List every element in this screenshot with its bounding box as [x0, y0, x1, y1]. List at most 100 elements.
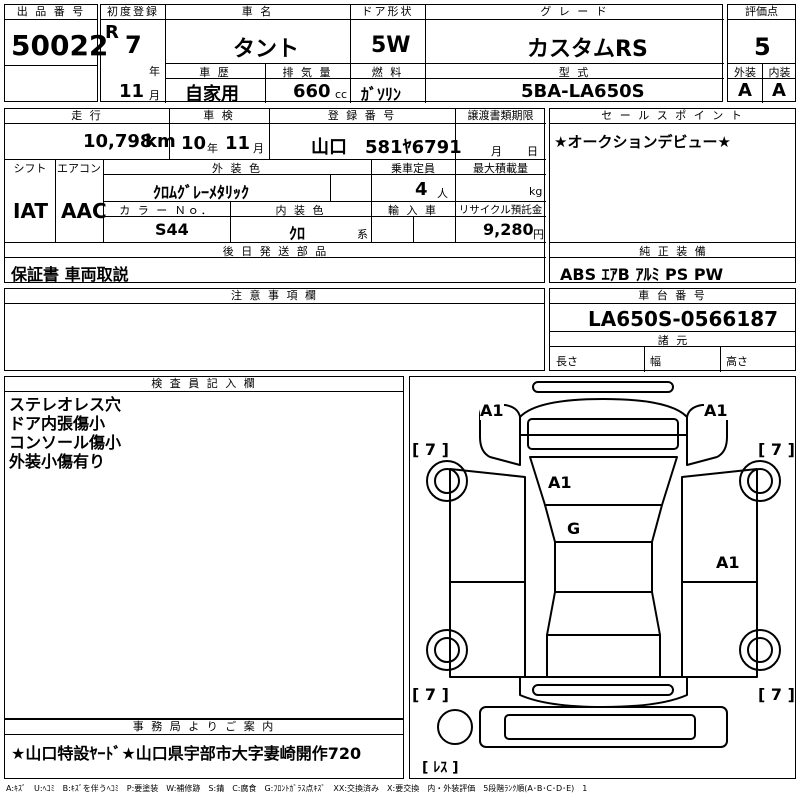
chassis-box: 車 台 番 号 LA650S-0566187 諸 元 長さ 幅 高さ [549, 288, 796, 372]
year-unit: 年 [149, 65, 160, 78]
shift-label: シフト [13, 162, 47, 175]
note-line: 外装小傷有り [9, 452, 106, 471]
tire-front-left: [ 7 ] [412, 440, 449, 459]
tire-rear-right: [ 7 ] [758, 685, 795, 704]
wheel-rear-left [426, 629, 468, 671]
lot-number-label: 出 品 番 号 [5, 5, 97, 20]
inspector-box: 検 査 員 記 入 欄 ステレオレス穴 ドア内張傷小 コンソール傷小 外装小傷有… [4, 376, 404, 719]
wheel-front-right [739, 460, 781, 502]
spare-wheel [437, 709, 473, 745]
damage-diagram-box: A1 A1 A1 G A1 [ 7 ] [ 7 ] [ 7 ] [ 7 ] [ … [409, 376, 796, 779]
mileage-unit: km [145, 131, 176, 152]
grade-label: グ レ ー ド [425, 5, 724, 20]
ext-grade: A [738, 80, 752, 101]
sales-label: セ ー ル ス ポ イ ン ト [550, 109, 795, 124]
transfer-day-unit: 日 [527, 145, 538, 158]
door-label: ドア形状 [350, 5, 425, 20]
office-box: 事 務 局 よ り ご 案 内 ★山口特設ﾔｰﾄﾞ★山口県宇部市大字妻崎開作72… [4, 719, 404, 779]
rear-lower [479, 706, 728, 748]
office-text: ★山口特設ﾔｰﾄﾞ★山口県宇部市大字妻崎開作720 [11, 744, 362, 763]
rear-window [546, 591, 661, 636]
front-bumper-outline [532, 381, 674, 393]
chassis-label: 車 台 番 号 [550, 289, 795, 304]
load-unit: kg [529, 185, 543, 198]
first-reg-month: 11 [119, 81, 145, 102]
score: 5 [754, 33, 771, 61]
model: 5BA-LA650S [521, 81, 645, 102]
transfer-label: 譲渡書類期限 [455, 109, 546, 124]
legend: A:ｷｽﾞ U:ﾍｺﾐ B:ｷｽﾞを伴うﾍｺﾐ P:要塗装 W:補修跡 S:錆 … [6, 784, 588, 793]
recycle-label: リサイクル預託金 [458, 204, 543, 216]
note-line: ステレオレス穴 [9, 395, 122, 414]
lot-number-box: 出 品 番 号 50022 [4, 4, 108, 102]
int-color-unit: 系 [357, 228, 368, 241]
length-label: 長さ [556, 355, 578, 368]
era: R [105, 22, 119, 43]
sales-point-box: セ ー ル ス ポ イ ン ト ★オークションデビュー★ 純 正 装 備 ABS… [549, 108, 796, 284]
body-color: ｸﾛﾑｸﾞﾚｰﾒﾀﾘｯｸ [153, 183, 250, 202]
transfer-month-unit: 月 [491, 145, 502, 158]
mark-front-left: A1 [480, 401, 504, 420]
notice-box: 注 意 事 項 欄 [4, 288, 545, 371]
left-front-side [449, 468, 526, 583]
car-diagram [426, 381, 781, 748]
mileage-label: 走 行 [5, 109, 169, 124]
inspector-label: 検 査 員 記 入 欄 [5, 377, 403, 392]
rear-gate [546, 634, 661, 678]
tire-rear-left: [ 7 ] [412, 685, 449, 704]
disp-unit: cc [335, 88, 348, 101]
inspect-year-unit: 年 [207, 142, 218, 155]
color-no: S44 [155, 220, 189, 239]
int-grade: A [772, 80, 786, 101]
history: 自家用 [185, 84, 239, 105]
inspect-month-unit: 月 [253, 142, 264, 155]
office-label: 事 務 局 よ り ご 案 内 [5, 720, 403, 735]
roof-front [544, 504, 663, 543]
note-line: コンソール傷小 [9, 433, 122, 452]
width-label: 幅 [650, 355, 661, 368]
first-reg-label: 初度登録 [101, 5, 165, 20]
displacement: 660 [293, 81, 331, 102]
detail-box: 走 行 車 検 登 録 番 号 譲渡書類期限 10,798 km 10 年 11… [4, 108, 546, 284]
inspector-notes: ステレオレス穴 ドア内張傷小 コンソール傷小 外装小傷有り [9, 395, 121, 471]
grade: カスタムRS [527, 37, 648, 62]
ac-label: エアコン [57, 162, 101, 175]
capacity: 4 [415, 179, 428, 200]
spare-tire: [ ﾚｽ ] [422, 757, 459, 777]
car-name: タント [233, 37, 300, 62]
notice-label: 注 意 事 項 欄 [5, 289, 544, 304]
plate-number: 山口 581ﾔ6791 [311, 137, 462, 158]
inspect-month: 11 [225, 133, 251, 154]
inspect-label: 車 検 [169, 109, 269, 124]
equipment: ABS ｴｱB ｱﾙﾐ PS PW [560, 265, 724, 284]
score-box: 評価点 5 外装 内装 A A [727, 4, 796, 103]
mileage: 10,798 [83, 131, 153, 152]
main-info-box: 初度登録 車 名 ドア形状 グ レ ー ド R 7 年 11 月 タント 5W … [100, 4, 724, 105]
later-parts: 保証書 車両取説 [11, 265, 129, 284]
wheel-front-left [426, 460, 468, 502]
recycle-unit: 円 [533, 228, 544, 241]
car-name-label: 車 名 [165, 5, 350, 20]
rear-top [519, 676, 688, 708]
mark-front-right: A1 [704, 401, 728, 420]
rear-bumper-outline [532, 684, 674, 696]
front-hood-top [519, 398, 688, 436]
int-color: ｸﾛ [289, 224, 306, 243]
ac: AAC [61, 199, 107, 223]
mark-right-rear: A1 [716, 553, 740, 572]
capacity-unit: 人 [437, 187, 448, 200]
mark-glass: G [567, 519, 581, 538]
wheel-rear-right [739, 629, 781, 671]
tire-front-right: [ 7 ] [758, 440, 795, 459]
recycle-fee: 9,280 [483, 220, 534, 239]
roof [554, 541, 653, 593]
note-line: ドア内張傷小 [9, 414, 106, 433]
inspect-year: 10 [181, 133, 207, 154]
lot-number: 50022 [11, 29, 109, 62]
month-unit: 月 [149, 89, 160, 102]
door-type: 5W [371, 33, 411, 58]
chassis-number: LA650S-0566187 [588, 307, 779, 331]
sales-point: ★オークションデビュー★ [554, 133, 731, 151]
first-reg-year: 7 [125, 31, 142, 59]
fuel: ｶﾞｿﾘﾝ [361, 85, 402, 104]
